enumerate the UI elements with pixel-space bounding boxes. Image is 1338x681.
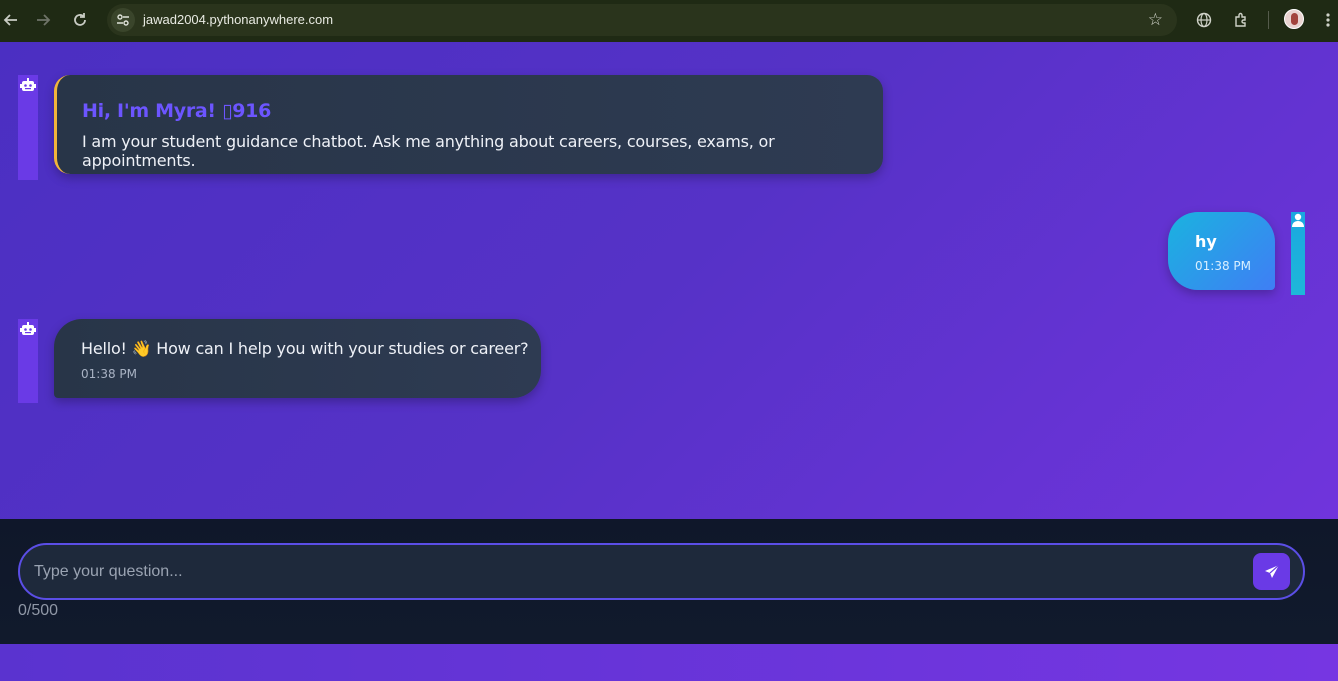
bookmark-star-icon[interactable]: ☆ bbox=[1148, 10, 1163, 30]
address-bar[interactable]: jawad2004.pythonanywhere.com ☆ bbox=[107, 4, 1177, 36]
user-icon bbox=[1292, 213, 1304, 227]
question-input-wrapper[interactable] bbox=[18, 543, 1305, 600]
composer-area: 0/500 bbox=[0, 519, 1338, 644]
forward-icon[interactable] bbox=[32, 9, 54, 31]
send-button[interactable] bbox=[1253, 553, 1290, 590]
bot-message: Hello! 👋 How can I help you with your st… bbox=[54, 319, 541, 398]
message-time: 01:38 PM bbox=[81, 367, 137, 381]
reload-icon[interactable] bbox=[69, 9, 91, 31]
character-counter: 0/500 bbox=[18, 602, 59, 619]
user-message: hy 01:38 PM bbox=[1168, 212, 1275, 290]
message-time: 01:38 PM bbox=[1195, 259, 1251, 273]
toolbar-divider bbox=[1268, 11, 1269, 29]
browser-toolbar: jawad2004.pythonanywhere.com ☆ bbox=[0, 0, 1338, 42]
welcome-message: Hi, I'm Myra! ▯916 I am your student gui… bbox=[54, 75, 883, 174]
welcome-title: Hi, I'm Myra! ▯916 bbox=[82, 100, 272, 122]
user-avatar bbox=[1291, 212, 1305, 295]
bot-avatar bbox=[18, 319, 38, 403]
paper-plane-icon bbox=[1264, 564, 1279, 578]
menu-icon[interactable] bbox=[1318, 9, 1338, 31]
url-text[interactable]: jawad2004.pythonanywhere.com bbox=[143, 12, 333, 27]
welcome-text: I am your student guidance chatbot. Ask … bbox=[82, 132, 775, 170]
page-bottom-background bbox=[0, 644, 1338, 681]
translate-icon[interactable] bbox=[1193, 9, 1215, 31]
question-input[interactable] bbox=[34, 559, 1234, 585]
site-info-icon[interactable] bbox=[111, 8, 135, 32]
bot-avatar bbox=[18, 75, 38, 180]
robot-icon bbox=[20, 78, 36, 91]
message-text: Hello! 👋 How can I help you with your st… bbox=[81, 339, 529, 358]
chat-messages-area[interactable]: Hi, I'm Myra! ▯916 I am your student gui… bbox=[0, 42, 1338, 519]
back-icon[interactable] bbox=[0, 9, 22, 31]
robot-icon bbox=[20, 322, 36, 335]
profile-avatar[interactable] bbox=[1284, 9, 1304, 29]
extensions-icon[interactable] bbox=[1230, 9, 1252, 31]
message-text: hy bbox=[1195, 232, 1217, 251]
